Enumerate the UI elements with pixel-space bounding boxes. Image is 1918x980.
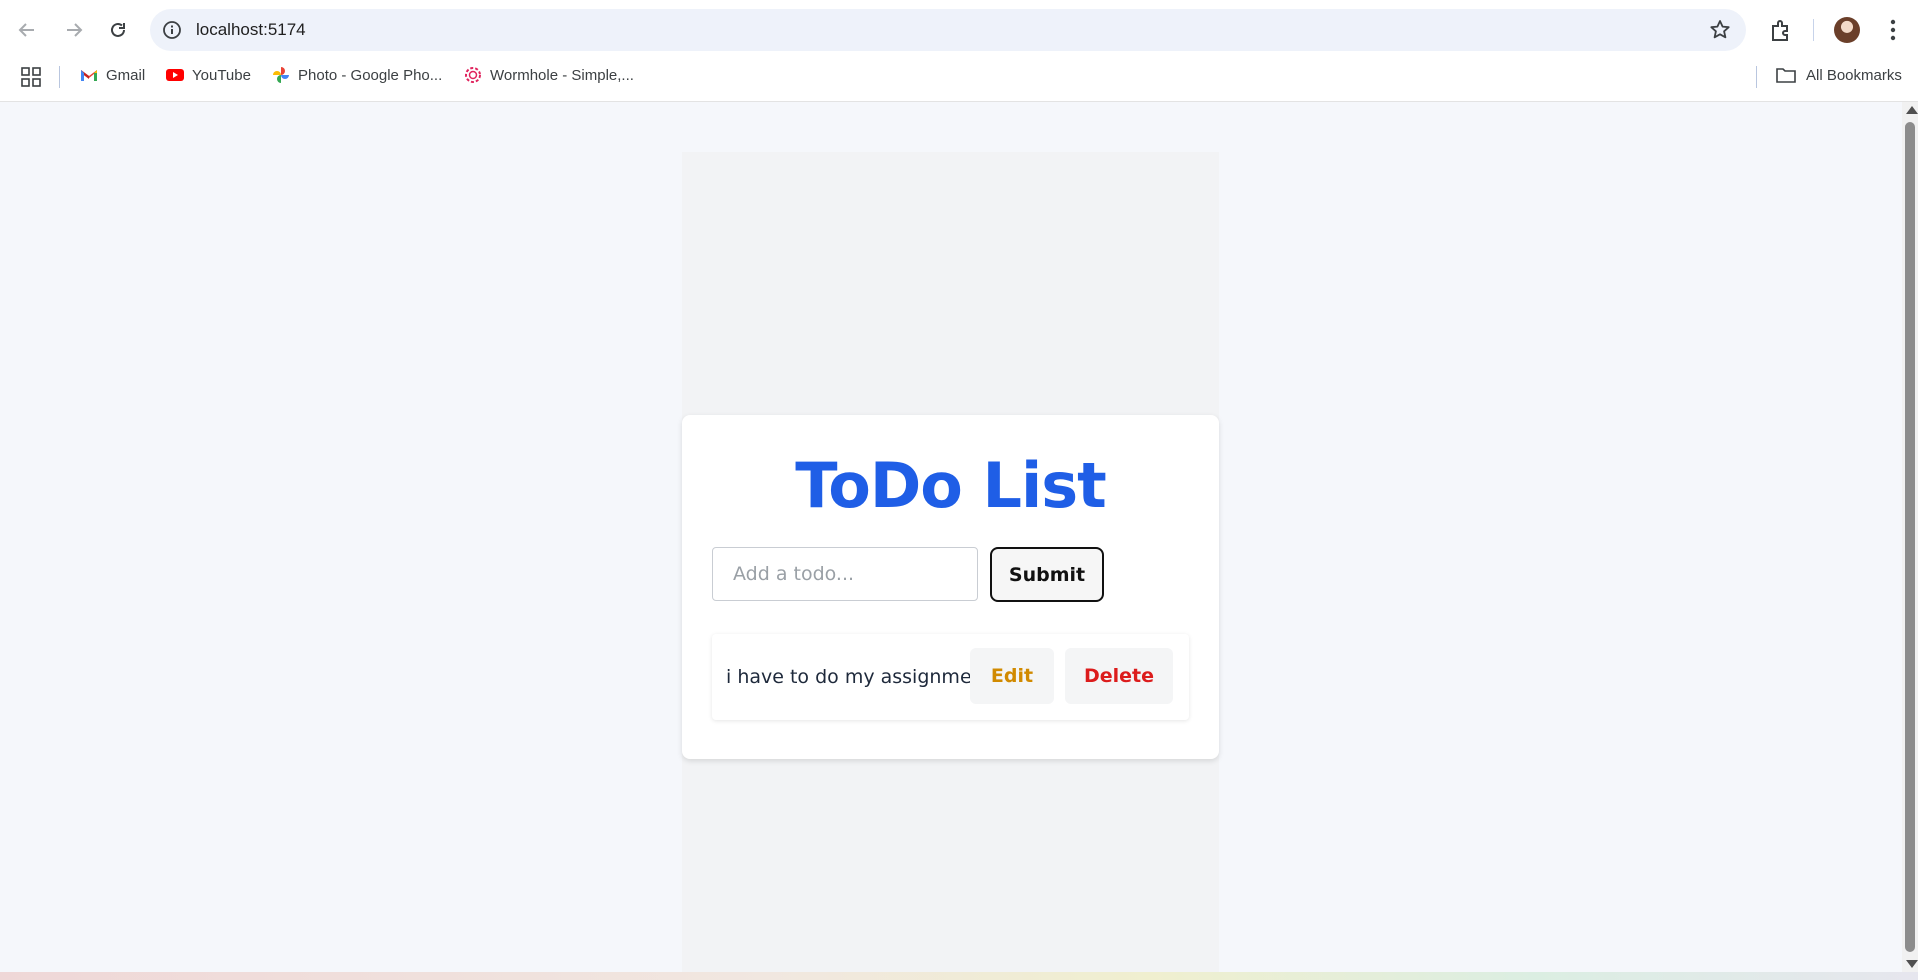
page-viewport: ToDo List Submit i have to do my assignm… — [0, 102, 1902, 972]
arrow-right-icon — [67, 23, 83, 37]
forward-button[interactable] — [58, 14, 90, 46]
taskbar-edge — [0, 972, 1918, 980]
bookmark-youtube[interactable]: YouTube — [166, 64, 251, 86]
reload-button[interactable] — [102, 14, 134, 46]
bookmark-wormhole[interactable]: Wormhole - Simple,... — [464, 64, 634, 86]
address-bar[interactable]: localhost:5174 — [150, 9, 1746, 51]
reload-icon — [111, 22, 125, 37]
more-vertical-icon[interactable] — [1880, 15, 1906, 45]
scroll-down-arrow-icon[interactable] — [1906, 960, 1918, 968]
apps-grid-icon[interactable] — [21, 67, 41, 87]
bookmark-star-icon[interactable] — [1708, 18, 1732, 42]
site-info-icon[interactable] — [162, 20, 182, 40]
bookmark-label: YouTube — [192, 66, 251, 84]
delete-button[interactable]: Delete — [1065, 648, 1173, 704]
todo-input[interactable] — [712, 547, 978, 601]
extensions-icon[interactable] — [1768, 17, 1794, 43]
folder-icon — [1776, 68, 1796, 83]
bookmark-label: Wormhole - Simple,... — [490, 66, 634, 84]
toolbar-divider — [1813, 19, 1814, 41]
url-text[interactable]: localhost:5174 — [196, 20, 306, 40]
todo-card: ToDo List Submit i have to do my assignm… — [682, 415, 1219, 759]
all-bookmarks-button[interactable]: All Bookmarks — [1776, 64, 1902, 86]
arrow-left-icon — [18, 23, 34, 37]
submit-button[interactable]: Submit — [990, 547, 1104, 602]
bookmark-google-photos[interactable]: Photo - Google Pho... — [272, 64, 442, 86]
bookmarks-separator — [1756, 66, 1757, 88]
bookmark-label: Photo - Google Pho... — [298, 66, 443, 84]
youtube-icon — [166, 69, 184, 81]
browser-toolbar: localhost:5174 — [0, 0, 1918, 60]
gmail-icon — [81, 70, 97, 81]
bookmark-gmail[interactable]: Gmail — [80, 64, 145, 86]
profile-avatar[interactable] — [1834, 17, 1860, 43]
google-photos-icon — [273, 67, 289, 83]
back-button[interactable] — [11, 14, 43, 46]
edit-button[interactable]: Edit — [970, 648, 1054, 704]
scroll-thumb[interactable] — [1905, 122, 1915, 952]
bookmark-label: Gmail — [106, 66, 146, 84]
all-bookmarks-label: All Bookmarks — [1806, 66, 1902, 84]
page-title: ToDo List — [795, 449, 1107, 522]
vertical-scrollbar[interactable] — [1902, 102, 1918, 972]
scroll-up-arrow-icon[interactable] — [1906, 106, 1918, 114]
wormhole-icon — [465, 67, 481, 83]
bookmarks-separator — [59, 66, 60, 88]
todo-text: i have to do my assignment — [726, 666, 992, 688]
todo-item: i have to do my assignment Edit Delete — [712, 634, 1189, 720]
